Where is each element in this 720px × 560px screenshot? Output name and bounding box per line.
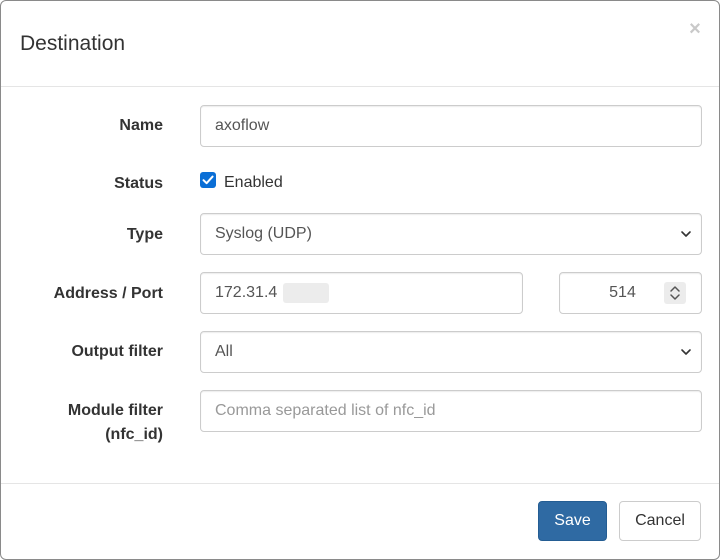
port-spinner[interactable] bbox=[664, 282, 686, 304]
module-filter-label: Module filter bbox=[67, 402, 163, 419]
enabled-checkbox[interactable] bbox=[200, 172, 216, 188]
destination-modal: Destination × Name Status Enabled Type S… bbox=[0, 0, 720, 560]
close-icon[interactable]: × bbox=[685, 19, 705, 39]
name-label: Name bbox=[119, 117, 163, 134]
type-label: Type bbox=[126, 226, 163, 243]
name-input[interactable] bbox=[200, 105, 702, 147]
type-selected-value: Syslog (UDP) bbox=[215, 225, 312, 242]
modal-footer bbox=[1, 483, 719, 560]
status-label: Status bbox=[114, 175, 163, 192]
redacted-address-area bbox=[283, 283, 329, 303]
spinner-arrows-icon bbox=[670, 286, 680, 300]
output-filter-select[interactable]: All bbox=[200, 331, 702, 373]
chevron-down-icon bbox=[681, 349, 691, 355]
output-filter-selected-value: All bbox=[215, 343, 233, 360]
cancel-button[interactable]: Cancel bbox=[619, 501, 701, 541]
chevron-down-icon bbox=[681, 231, 691, 237]
enabled-label: Enabled bbox=[224, 174, 283, 191]
address-port-label: Address / Port bbox=[53, 285, 163, 302]
modal-header: Destination × bbox=[1, 1, 719, 87]
module-filter-input[interactable] bbox=[200, 390, 702, 432]
address-input[interactable] bbox=[200, 272, 523, 314]
save-button[interactable]: Save bbox=[538, 501, 607, 541]
modal-title: Destination bbox=[20, 32, 126, 55]
type-select[interactable]: Syslog (UDP) bbox=[200, 213, 702, 255]
module-filter-sublabel: (nfc_id) bbox=[105, 426, 163, 443]
checkmark-icon bbox=[202, 175, 214, 185]
output-filter-label: Output filter bbox=[71, 343, 163, 360]
